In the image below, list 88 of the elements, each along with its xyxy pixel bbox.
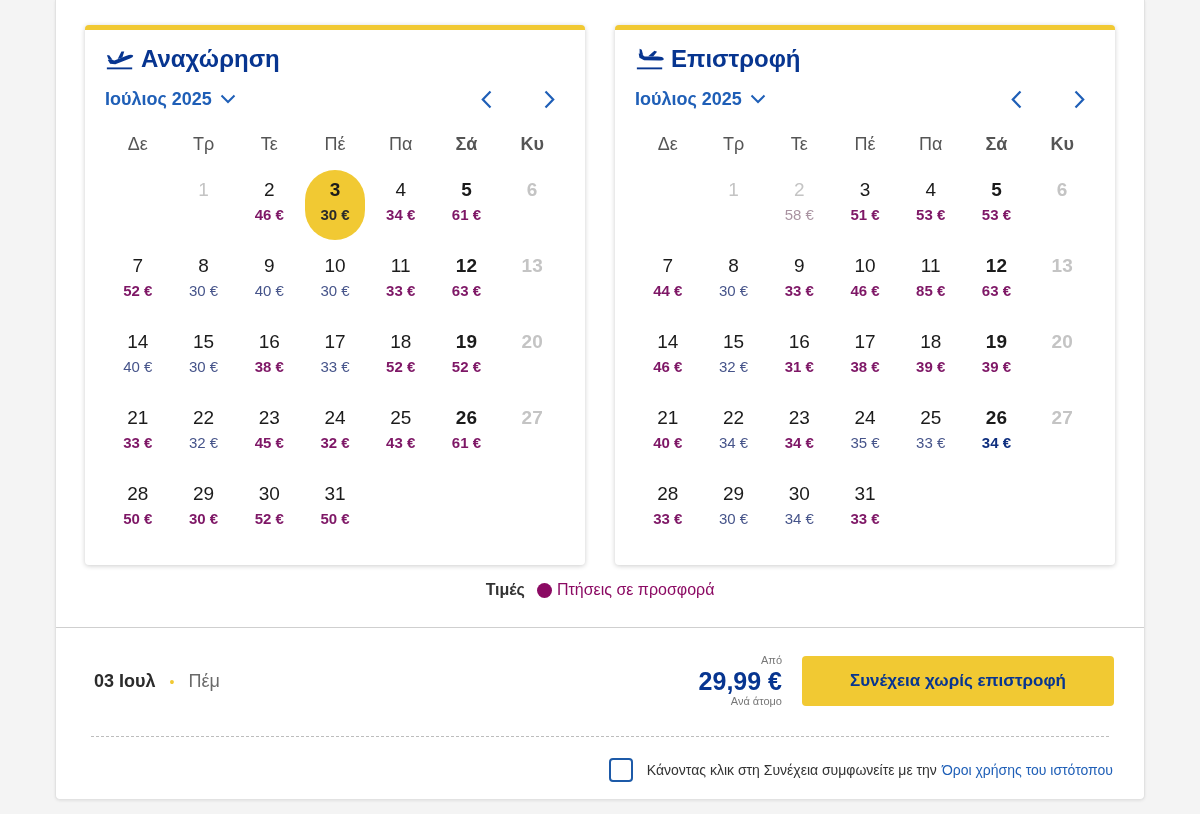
date-button[interactable]: 24 32 € [305, 398, 365, 468]
date-button[interactable]: 11 85 € [900, 246, 961, 316]
date-button[interactable]: 24 35 € [835, 398, 895, 468]
date-button[interactable]: 23 34 € [769, 398, 830, 468]
weekday-label: Τε [260, 133, 278, 155]
terms-checkbox[interactable] [608, 758, 633, 782]
date-button[interactable]: 18 52 € [370, 322, 431, 392]
date-button[interactable]: 5 61 € [436, 170, 497, 240]
date-button[interactable]: 9 40 € [239, 246, 300, 316]
date-button[interactable]: 10 30 € [305, 246, 365, 316]
chevron-down-icon [219, 94, 236, 104]
date-button[interactable]: 16 31 € [769, 322, 830, 392]
weekday-label: Δε [657, 133, 678, 155]
date-button[interactable]: 25 33 € [900, 398, 961, 468]
weekday-label: Δε [127, 133, 148, 155]
legend-text: Πτήσεις σε προσφορά [556, 580, 715, 600]
total-price: 29,99 € [698, 667, 782, 695]
date-button[interactable]: 31 33 € [835, 474, 895, 544]
date-button[interactable]: 21 33 € [107, 398, 168, 468]
chevron-left-icon [1011, 89, 1022, 109]
separator-dot: • [169, 673, 175, 690]
plane-icon [635, 47, 665, 71]
date-button[interactable]: 12 63 € [966, 246, 1027, 316]
month-dropdown[interactable]: Ιούλιος 2025 [105, 87, 236, 111]
date-button[interactable]: 28 50 € [107, 474, 168, 544]
weekday-label: Πα [389, 133, 413, 155]
date-button[interactable]: 15 30 € [173, 322, 234, 392]
weekday-label: Τρ [722, 133, 745, 155]
date-button[interactable]: 10 46 € [835, 246, 895, 316]
weekday-label: Τε [790, 133, 808, 155]
date-button[interactable]: 26 34 € [966, 398, 1027, 468]
continue-button[interactable]: Συνέχεια χωρίς επιστροφή [802, 656, 1114, 706]
flight-weekday: Πέμ [188, 670, 220, 691]
date-button[interactable]: 30 34 € [769, 474, 830, 544]
price-note: Ανά άτομο [730, 695, 782, 708]
chevron-right-icon [1074, 89, 1085, 109]
month-dropdown[interactable]: Ιούλιος 2025 [635, 87, 766, 111]
date-button[interactable]: 4 34 € [370, 170, 431, 240]
date-button[interactable]: 22 34 € [703, 398, 764, 468]
chevron-left-icon [481, 89, 492, 109]
date-button[interactable]: 7 52 € [107, 246, 168, 316]
weekday-label: Σά [985, 133, 1008, 155]
date-button[interactable]: 19 52 € [436, 322, 497, 392]
terms-text: Κάνοντας κλικ στη Συνέχεια συμφωνείτε με την [646, 760, 937, 780]
calendar-title: Αναχώρηση [141, 44, 280, 74]
price-prefix: Από [760, 654, 782, 667]
chevron-right-icon [544, 89, 555, 109]
date-button[interactable]: 12 63 € [436, 246, 497, 316]
calendar-title: Επιστροφή [671, 44, 801, 74]
date-button[interactable]: 23 45 € [239, 398, 300, 468]
date-button[interactable]: 15 32 € [703, 322, 764, 392]
weekday-label: Τρ [192, 133, 215, 155]
date-button[interactable]: 5 53 € [966, 170, 1027, 240]
date-button[interactable]: 31 50 € [305, 474, 365, 544]
weekday-label: Πέ [324, 133, 346, 155]
date-button[interactable]: 26 61 € [436, 398, 497, 468]
date-button[interactable]: 21 40 € [637, 398, 698, 468]
date-button[interactable]: 8 30 € [703, 246, 764, 316]
date-button[interactable]: 28 33 € [637, 474, 698, 544]
weekday-label: Σά [455, 133, 478, 155]
flight-date: 03 Ιουλ [94, 670, 156, 691]
date-button[interactable]: 16 38 € [239, 322, 300, 392]
date-button[interactable]: 4 53 € [900, 170, 961, 240]
date-button[interactable]: 3 51 € [835, 170, 895, 240]
weekday-label: Πα [919, 133, 943, 155]
date-button[interactable]: 22 32 € [173, 398, 234, 468]
terms-link[interactable]: Όροι χρήσης του ιστότοπου [941, 759, 1113, 781]
date-button[interactable]: 14 46 € [637, 322, 698, 392]
date-button[interactable]: 8 30 € [173, 246, 234, 316]
legend-label: Τιμές [485, 580, 525, 600]
date-button[interactable]: 2 46 € [239, 170, 300, 240]
date-button[interactable]: 3 30 € [305, 170, 365, 240]
weekday-label: Κυ [1050, 133, 1074, 155]
date-button[interactable]: 9 33 € [769, 246, 830, 316]
date-button[interactable]: 14 40 € [107, 322, 168, 392]
chevron-down-icon [749, 94, 766, 104]
date-button[interactable]: 25 43 € [370, 398, 431, 468]
weekday-label: Κυ [520, 133, 544, 155]
weekday-label: Πέ [854, 133, 876, 155]
date-button[interactable]: 11 33 € [370, 246, 431, 316]
date-button[interactable]: 29 30 € [703, 474, 764, 544]
date-button[interactable]: 19 39 € [966, 322, 1027, 392]
date-button[interactable]: 30 52 € [239, 474, 300, 544]
date-button[interactable]: 7 44 € [637, 246, 698, 316]
date-button[interactable]: 17 33 € [305, 322, 365, 392]
date-button[interactable]: 29 30 € [173, 474, 234, 544]
date-button[interactable]: 17 38 € [835, 322, 895, 392]
date-button[interactable]: 18 39 € [900, 322, 961, 392]
